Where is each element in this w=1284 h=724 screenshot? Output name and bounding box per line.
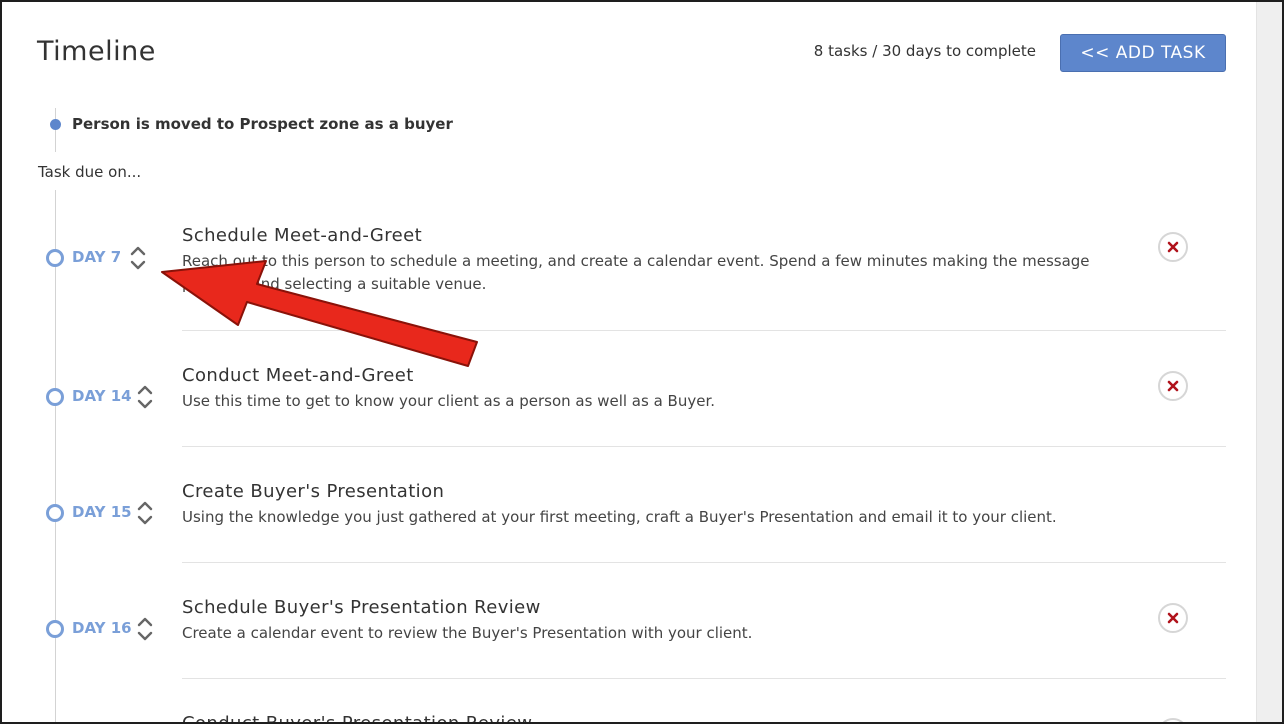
remove-task-button[interactable] bbox=[1158, 232, 1188, 262]
remove-task-button[interactable] bbox=[1158, 603, 1188, 633]
remove-task-button[interactable] bbox=[1158, 718, 1188, 722]
reorder-chevron-icon[interactable] bbox=[129, 244, 147, 272]
reorder-chevron-icon[interactable] bbox=[136, 615, 154, 643]
page-title: Timeline bbox=[37, 36, 156, 67]
task-description: Use this time to get to know your client… bbox=[182, 392, 715, 410]
timeline-connector bbox=[55, 108, 56, 152]
close-icon bbox=[1167, 612, 1179, 624]
day-label: DAY 16 bbox=[72, 619, 132, 637]
row-divider bbox=[182, 678, 1226, 679]
task-description: Create a calendar event to review the Bu… bbox=[182, 624, 753, 642]
task-title: Conduct Buyer's Presentation Review bbox=[182, 713, 533, 724]
timeline-line bbox=[55, 190, 56, 722]
row-divider bbox=[182, 446, 1226, 447]
task-description: Using the knowledge you just gathered at… bbox=[182, 508, 1057, 526]
scrollbar-gutter[interactable] bbox=[1256, 2, 1282, 722]
task-title: Schedule Buyer's Presentation Review bbox=[182, 597, 541, 618]
day-label: DAY 7 bbox=[72, 248, 122, 266]
close-icon bbox=[1167, 241, 1179, 253]
add-task-button[interactable]: << ADD TASK bbox=[1060, 34, 1226, 72]
app-frame: Timeline 8 tasks / 30 days to complete <… bbox=[0, 0, 1284, 724]
reorder-chevron-icon[interactable] bbox=[136, 499, 154, 527]
task-title: Conduct Meet-and-Greet bbox=[182, 365, 414, 386]
task-title: Schedule Meet-and-Greet bbox=[182, 225, 423, 246]
day-marker-icon bbox=[46, 620, 64, 638]
task-description: Reach out to this person to schedule a m… bbox=[182, 252, 1090, 293]
day-marker-icon bbox=[46, 249, 64, 267]
task-summary: 8 tasks / 30 days to complete bbox=[813, 42, 1036, 60]
day-label: DAY 14 bbox=[72, 387, 132, 405]
close-icon bbox=[1167, 380, 1179, 392]
day-marker-icon bbox=[46, 504, 64, 522]
task-due-label: Task due on... bbox=[38, 163, 142, 181]
task-title: Create Buyer's Presentation bbox=[182, 481, 445, 502]
row-divider bbox=[182, 562, 1226, 563]
day-label: DAY 15 bbox=[72, 503, 132, 521]
remove-task-button[interactable] bbox=[1158, 371, 1188, 401]
trigger-dot-icon bbox=[50, 119, 61, 130]
trigger-event-text: Person is moved to Prospect zone as a bu… bbox=[72, 115, 453, 133]
row-divider bbox=[182, 330, 1226, 331]
reorder-chevron-icon[interactable] bbox=[136, 383, 154, 411]
day-marker-icon bbox=[46, 388, 64, 406]
